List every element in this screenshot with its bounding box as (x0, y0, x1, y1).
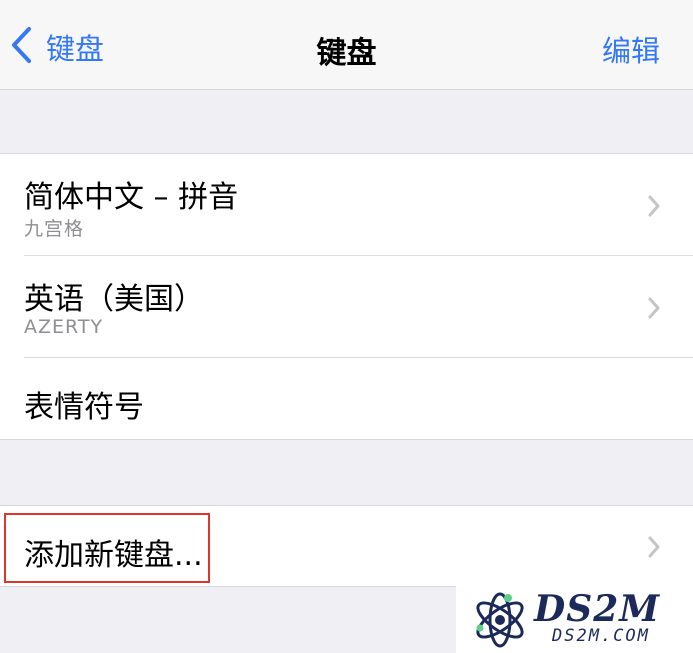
watermark-brand: DS2M (534, 588, 661, 630)
add-keyboard-label: 添加新键盘... (24, 538, 203, 573)
page-title: 键盘 (316, 36, 377, 71)
edit-button[interactable]: 编辑 (602, 28, 660, 70)
list-item-keyboard-chinese[interactable]: 简体中文 – 拼音 九宫格 (0, 154, 693, 256)
chevron-right-icon (647, 535, 661, 559)
list-item-keyboard-emoji[interactable]: 表情符号 (0, 358, 693, 440)
chevron-right-icon (647, 194, 661, 218)
watermark-domain: DS2M.COM (552, 626, 650, 646)
atom-logo-icon (470, 588, 530, 650)
add-keyboard-section: 添加新键盘... (0, 505, 693, 587)
add-keyboard-button[interactable]: 添加新键盘... (0, 506, 693, 588)
navigation-bar: 键盘 键盘 编辑 (0, 0, 693, 90)
watermark: DS2M DS2M.COM (456, 586, 693, 653)
keyboard-title: 简体中文 – 拼音 (24, 180, 239, 215)
keyboard-title: 英语（美国） (24, 282, 204, 317)
keyboards-list: 简体中文 – 拼音 九宫格 英语（美国） AZERTY 表情符号 (0, 153, 693, 440)
keyboard-subtitle: AZERTY (24, 316, 104, 338)
keyboard-settings-page: 键盘 键盘 编辑 简体中文 – 拼音 九宫格 英语（美国） AZERTY 表情符… (0, 0, 693, 653)
list-item-keyboard-english[interactable]: 英语（美国） AZERTY (0, 256, 693, 358)
keyboard-title: 表情符号 (24, 390, 144, 425)
keyboard-subtitle: 九宫格 (24, 218, 85, 240)
chevron-right-icon (647, 296, 661, 320)
